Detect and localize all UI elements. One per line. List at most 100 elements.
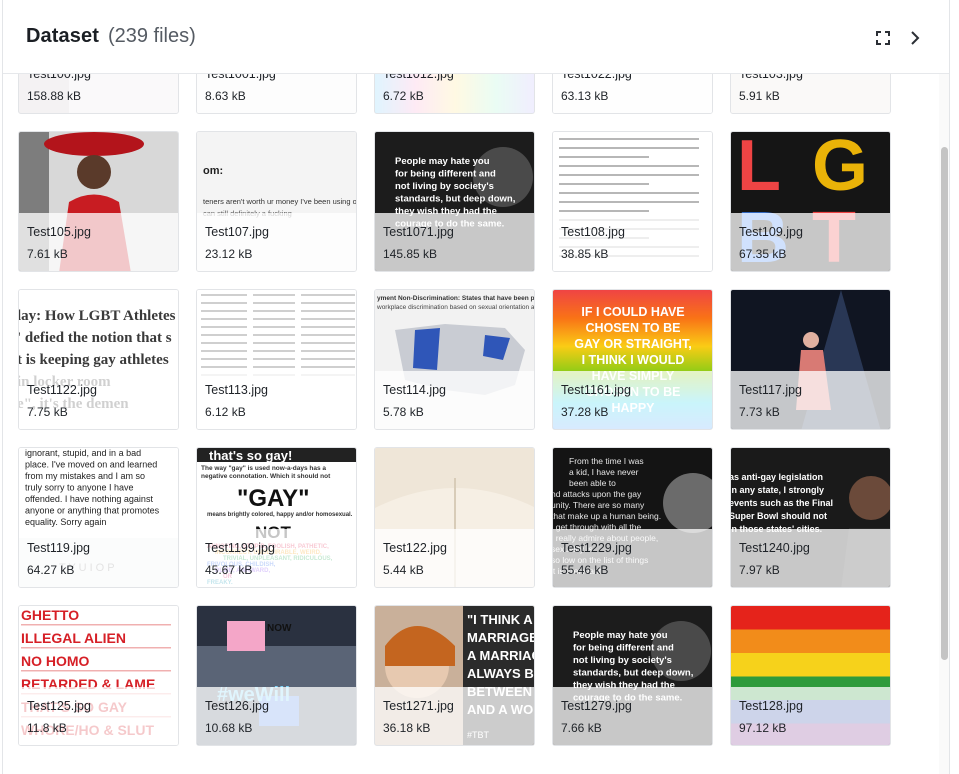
- file-card[interactable]: ignorant, stupid, and in a bad place. I'v…: [18, 447, 179, 588]
- thumbnail-text: GAY OR STRAIGHT,: [574, 337, 691, 351]
- file-name: Test1071.jpg: [383, 225, 454, 239]
- file-card[interactable]: Test122.jpg 5.44 kB: [374, 447, 535, 588]
- file-name: Test1240.jpg: [739, 541, 810, 555]
- thumbnail-text: means brightly colored, happy and/or hom…: [207, 512, 353, 518]
- thumbnail-text: ALWAYS BE: [467, 666, 534, 681]
- thumbnail-text: as anti-gay legislation: [731, 472, 823, 482]
- file-name: Test1161.jpg: [561, 383, 631, 397]
- file-card[interactable]: LoveTest1022.jpg63.13 kB: [552, 74, 713, 114]
- file-card[interactable]: Test113.jpg 6.12 kB: [196, 289, 357, 430]
- thumbnail-text: in any state, I strongly: [731, 485, 824, 495]
- file-name: Test100.jpg: [27, 74, 91, 81]
- next-button[interactable]: [903, 26, 927, 50]
- file-size: 67.35 kB: [739, 247, 787, 261]
- thumbnail-text: IF I COULD HAVE: [581, 305, 684, 319]
- thumbnail-text: place. I've moved on and learned: [25, 460, 157, 470]
- thumbnail-text: a kid, I have never: [569, 467, 639, 477]
- file-card[interactable]: People may hate you for being different a…: [374, 131, 535, 272]
- file-card[interactable]: IF I COULD HAVE CHOSEN TO BE GAY OR STRAIG…: [552, 289, 713, 430]
- thumbnail-text: not living by society's: [573, 655, 672, 666]
- thumbnail-text: MARRIAGE: [467, 630, 534, 645]
- file-name: Test125.jpg: [27, 699, 91, 713]
- file-size: 11.8 kB: [27, 721, 67, 735]
- dataset-panel: Dataset (239 files) MarriedwithPRIDETest…: [2, 0, 950, 774]
- file-card[interactable]: GHETTO ILLEGAL ALIEN NO HOMO RETARDED & LAM…: [18, 605, 179, 746]
- file-grid[interactable]: MarriedwithPRIDETest100.jpg158.88 kB I'm …: [3, 74, 949, 774]
- file-card[interactable]: Test128.jpg 97.12 kB: [730, 605, 891, 746]
- expand-button[interactable]: [871, 26, 895, 50]
- file-card[interactable]: #weWillNOWTest126.jpg10.68 kB: [196, 605, 357, 746]
- file-size: 37.28 kB: [561, 405, 609, 419]
- file-name: Test109.jpg: [739, 225, 803, 239]
- file-info-overlay: [731, 213, 890, 271]
- thumbnail-text: for being different and: [573, 643, 674, 654]
- scrollbar-thumb[interactable]: [941, 147, 948, 660]
- file-card[interactable]: From the time I was a kid, I have never be…: [552, 447, 713, 588]
- file-name: Test1229.jpg: [561, 541, 632, 555]
- file-name: Test119.jpg: [27, 541, 91, 555]
- thumbnail-text: People may hate you: [573, 630, 668, 641]
- file-size: 55.46 kB: [561, 563, 609, 577]
- thumbnail-text: events such as the Final: [731, 498, 833, 508]
- thumbnail-text: teners aren't worth ur money I've been u…: [203, 197, 356, 206]
- panel-header: Dataset (239 files): [3, 0, 949, 74]
- file-card[interactable]: lay: How LGBT Athletes ' defied the notio…: [18, 289, 179, 430]
- file-name: Test1199.jpg: [205, 541, 275, 555]
- thumbnail-text: from my mistakes and I am so: [25, 471, 145, 481]
- thumbnail-text: standards, but deep down,: [395, 194, 515, 205]
- file-size: 8.63 kB: [205, 89, 246, 103]
- file-size: 5.78 kB: [383, 405, 424, 419]
- thumbnail-text: ' defied the notion that s: [19, 330, 172, 346]
- file-info-overlay: [19, 529, 178, 587]
- thumbnail-text: People may hate you: [395, 156, 490, 167]
- file-info-overlay: [19, 687, 178, 745]
- file-size: 6.72 kB: [383, 89, 424, 103]
- file-card[interactable]: MarriedwithPRIDETest100.jpg158.88 kB: [18, 74, 179, 114]
- file-name: Test1012.jpg: [383, 74, 454, 81]
- file-card[interactable]: om: teners aren't worth ur money I've bee…: [196, 131, 357, 272]
- thumbnail-text: I THINK I WOULD: [582, 353, 685, 367]
- file-size: 45.67 kB: [205, 563, 253, 577]
- thumbnail-text: unity. There are so many: [553, 500, 645, 510]
- file-card[interactable]: Test108.jpg 38.85 kB: [552, 131, 713, 272]
- file-info-overlay: [553, 687, 712, 745]
- file-info-overlay: [553, 213, 712, 271]
- file-info-overlay: [553, 529, 712, 587]
- file-card[interactable]: "I THINK AMARRIAGEA MARRIAGEALWAYS BEBET…: [374, 605, 535, 746]
- file-size: 5.91 kB: [739, 89, 780, 103]
- file-card[interactable]: LGBTTest109.jpg67.35 kB: [730, 131, 891, 272]
- file-size: 10.68 kB: [205, 721, 253, 735]
- file-card[interactable]: People may hate you for being different a…: [552, 605, 713, 746]
- file-name: Test114.jpg: [383, 383, 447, 397]
- file-size: 38.85 kB: [561, 247, 609, 261]
- thumbnail-text: Super Bowl should not: [731, 511, 827, 521]
- file-card[interactable]: Test105.jpg 7.61 kB: [18, 131, 179, 272]
- file-size: 5.44 kB: [383, 563, 424, 577]
- thumbnail-text: "I THINK A: [467, 612, 533, 627]
- file-card[interactable]: yment Non-Discrimination: States that ha…: [374, 289, 535, 430]
- panel-title: Dataset: [26, 25, 99, 47]
- file-name: Test113.jpg: [205, 383, 269, 397]
- thumbnail-text: om:: [203, 165, 223, 177]
- expand-icon: [876, 31, 890, 45]
- file-name: Test103.jpg: [739, 74, 803, 81]
- file-info-overlay: [731, 687, 890, 745]
- file-info-overlay: [731, 529, 890, 587]
- thumbnail-text: truly sorry to anyone I have: [25, 483, 134, 493]
- thumbnail-text: t is keeping gay athletes: [19, 352, 169, 368]
- file-card[interactable]: that's so gay! The way "gay" is used now-…: [196, 447, 357, 588]
- file-card[interactable]: CLOSETTest1012.jpg6.72 kB: [374, 74, 535, 114]
- file-info-overlay: [375, 371, 534, 429]
- file-info-overlay: [197, 529, 356, 587]
- file-card[interactable]: Test117.jpg 7.73 kB: [730, 289, 891, 430]
- thumbnail-text: L: [737, 132, 781, 206]
- file-name: Test117.jpg: [739, 383, 803, 397]
- chevron-right-icon: [911, 31, 920, 45]
- file-size: 97.12 kB: [739, 721, 787, 735]
- file-card[interactable]: as anti-gay legislation in any state, I s…: [730, 447, 891, 588]
- file-card[interactable]: OF ATLANTIC STOTest103.jpg5.91 kB: [730, 74, 891, 114]
- thumbnail-text: ILLEGAL ALIEN: [21, 630, 126, 646]
- file-card[interactable]: I'm afraid if they knew,I'd be still in …: [196, 74, 357, 114]
- file-size: 7.97 kB: [739, 563, 780, 577]
- thumbnail-text: NOW: [267, 623, 292, 634]
